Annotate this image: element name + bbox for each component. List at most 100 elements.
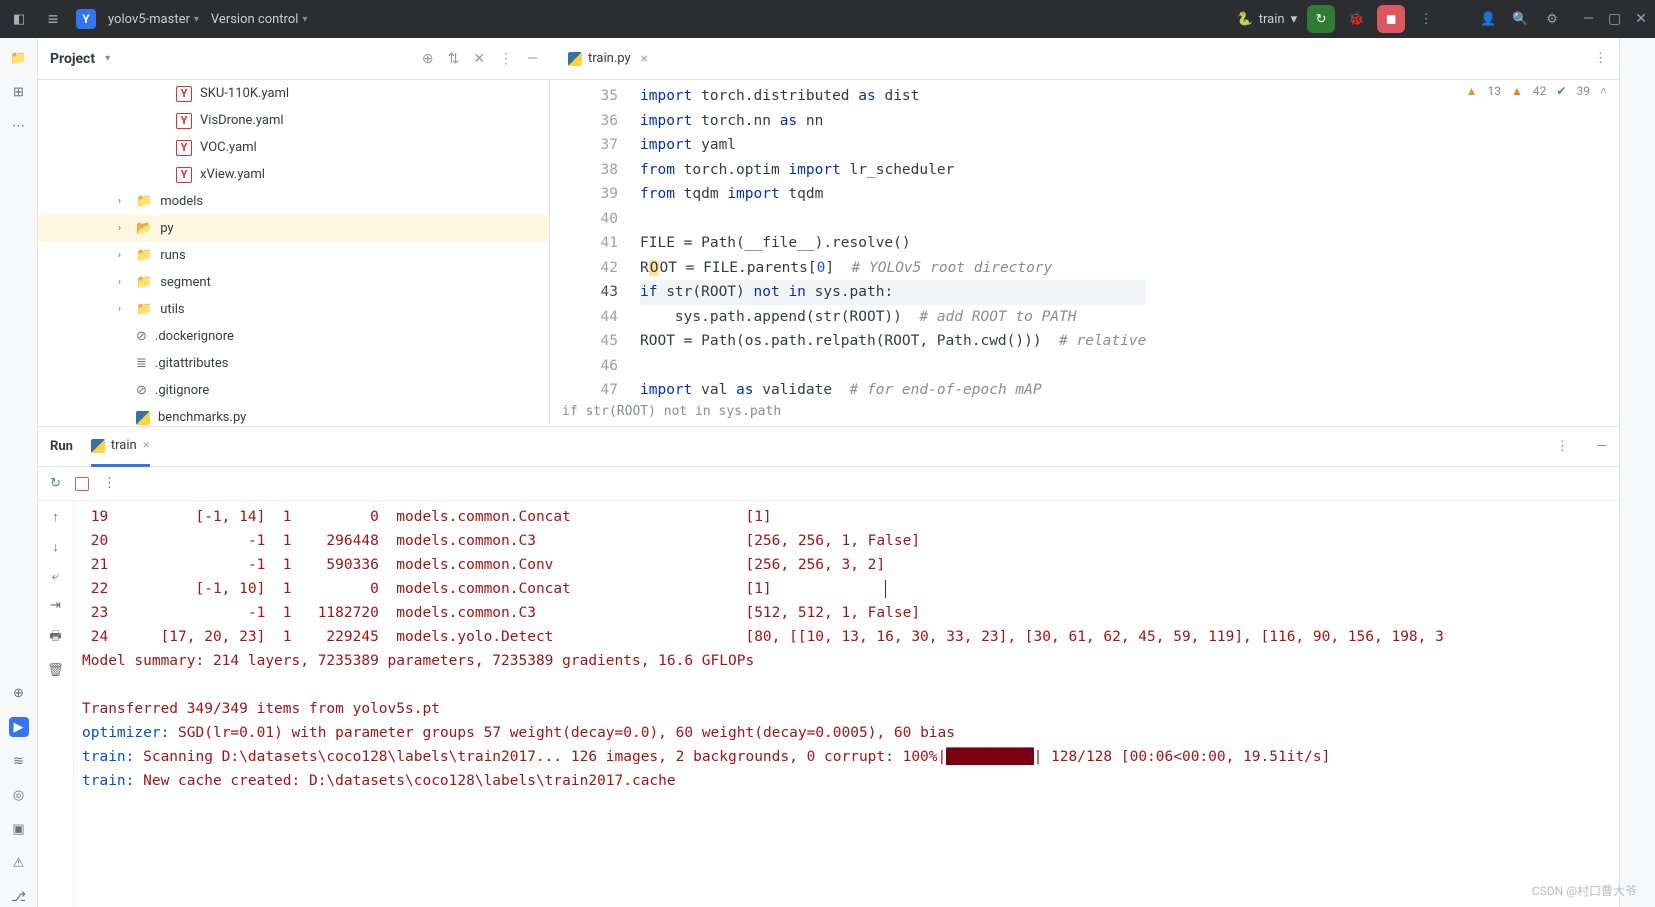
python-file-icon: [91, 439, 105, 453]
chevron-down-icon: ▾: [1291, 12, 1298, 27]
tree-item[interactable]: ⊘.dockerignore: [38, 323, 549, 350]
main-menu-icon[interactable]: ≡: [42, 8, 64, 30]
vcs-label: Version control: [211, 12, 299, 27]
more-tool-icon[interactable]: ⋯: [9, 116, 29, 136]
tree-item[interactable]: Y SKU-110K.yaml: [38, 80, 549, 107]
window-close-icon[interactable]: ✕: [1635, 11, 1647, 27]
tree-item-label: .gitattributes: [155, 356, 229, 371]
more-actions-icon[interactable]: ⋮: [1415, 8, 1437, 30]
editor-tabs: train.py × ⋮: [550, 38, 1619, 80]
stop-button[interactable]: ◼: [1377, 5, 1405, 33]
vcs-dropdown[interactable]: Version control ▾: [211, 12, 308, 27]
window-minimize-icon[interactable]: —: [1583, 11, 1594, 27]
code-content[interactable]: import torch.distributed as distimport t…: [640, 80, 1146, 426]
run-config-dropdown[interactable]: 🐍 train ▾: [1237, 12, 1298, 27]
scroll-to-end-icon[interactable]: ⇥: [50, 598, 61, 613]
ignore-file-icon: ⊘: [136, 329, 147, 344]
window-maximize-icon[interactable]: ▢: [1608, 11, 1621, 27]
clear-icon[interactable]: 🗑: [47, 663, 64, 678]
tree-item[interactable]: Y VisDrone.yaml: [38, 107, 549, 134]
tree-item-label: segment: [160, 275, 211, 290]
expand-arrow-icon[interactable]: ›: [118, 223, 128, 234]
soft-wrap-icon[interactable]: ⤶: [52, 569, 59, 584]
expand-arrow-icon[interactable]: ›: [118, 250, 128, 261]
editor-tab-train[interactable]: train.py ×: [562, 38, 654, 80]
up-icon[interactable]: ↑: [52, 509, 59, 525]
chevron-down-icon[interactable]: ▾: [105, 53, 110, 64]
watermark: CSDN @村口曹大爷: [1532, 882, 1637, 899]
folder-icon: 📁: [136, 248, 152, 263]
chevron-down-icon: ▾: [194, 14, 199, 25]
python-packages-icon[interactable]: ⊕: [9, 683, 29, 703]
settings-icon[interactable]: ⚙: [1541, 8, 1563, 30]
structure-tool-icon[interactable]: ⊞: [9, 82, 29, 102]
down-icon[interactable]: ↓: [52, 539, 59, 555]
tree-item-label: models: [160, 194, 203, 209]
hide-panel-icon[interactable]: ✕: [473, 51, 485, 67]
folder-icon: 📁: [136, 302, 152, 317]
tree-item-label: VisDrone.yaml: [200, 113, 284, 128]
yaml-file-icon: Y: [176, 167, 192, 183]
tree-item[interactable]: ›📁models: [38, 188, 549, 215]
select-opened-file-icon[interactable]: ⊕: [422, 51, 434, 67]
app-icon[interactable]: ◧: [8, 8, 30, 30]
run-tool-window: Run train × ⋮ — ↻ ⋮ ↑ ↓ ⤶ ⇥ 🖶 🗑 19 [-1, …: [38, 426, 1619, 907]
tree-item[interactable]: › 📁 runs: [38, 242, 549, 269]
tree-item[interactable]: YxView.yaml: [38, 161, 549, 188]
problems-icon[interactable]: ◎: [9, 785, 29, 805]
print-icon[interactable]: 🖶: [49, 627, 61, 649]
tree-item-label: runs: [160, 248, 185, 263]
project-dropdown[interactable]: yolov5-master ▾: [108, 12, 199, 27]
yaml-file-icon: Y: [176, 86, 192, 102]
vcs-tool-icon[interactable]: ⎇: [9, 887, 29, 907]
tree-item-label: benchmarks.py: [158, 410, 246, 425]
breadcrumb[interactable]: if str(ROOT) not in sys.path: [562, 400, 781, 425]
run-more-icon[interactable]: ⋮: [1556, 439, 1569, 454]
expand-arrow-icon[interactable]: ›: [118, 304, 128, 315]
editor-more-icon[interactable]: ⋮: [1594, 51, 1607, 66]
tree-item[interactable]: YVOC.yaml: [38, 134, 549, 161]
yaml-file-icon: Y: [176, 140, 192, 156]
yaml-file-icon: Y: [176, 113, 192, 129]
code-area[interactable]: 35363738394041424344454647 import torch.…: [550, 80, 1619, 426]
editor-tab-label: train.py: [588, 51, 631, 66]
tree-item[interactable]: ›📂py: [38, 215, 549, 242]
train-run-tab[interactable]: train ×: [91, 427, 150, 467]
chevron-down-icon: ▾: [302, 14, 307, 25]
editor: train.py × ⋮ ▲13 ▲42 ✔39 ˄ 3536373839404…: [550, 38, 1619, 426]
code-with-me-icon[interactable]: 👤: [1477, 8, 1499, 30]
run-tab-label: Run: [50, 439, 73, 454]
tree-item[interactable]: ›📁utils: [38, 296, 549, 323]
project-tool-icon[interactable]: 📁: [9, 48, 29, 68]
close-tab-icon[interactable]: ×: [641, 51, 648, 67]
project-tree[interactable]: Y SKU-110K.yaml Y VisDrone.yaml YVOC.yamlYxV…: [38, 80, 550, 425]
tree-item[interactable]: ≣.gitattributes: [38, 350, 549, 377]
run-tab[interactable]: Run: [50, 427, 73, 467]
stop-run-icon[interactable]: [75, 477, 89, 491]
search-icon[interactable]: 🔍: [1509, 8, 1531, 30]
project-panel-header: Project ▾ ⊕ ⇅ ✕ ⋮ —: [38, 38, 550, 80]
run-tool-icon[interactable]: ▶: [9, 717, 29, 737]
rerun-icon[interactable]: ↻: [50, 476, 61, 491]
tree-item[interactable]: ⊘.gitignore: [38, 377, 549, 404]
panel-more-icon[interactable]: ⋮: [499, 51, 513, 67]
expand-all-icon[interactable]: ⇅: [448, 51, 460, 67]
terminal-icon[interactable]: ▣: [9, 819, 29, 839]
rerun-button[interactable]: ↻: [1307, 5, 1335, 33]
tree-item[interactable]: benchmarks.py: [38, 404, 549, 425]
expand-arrow-icon[interactable]: ›: [118, 277, 128, 288]
tree-item[interactable]: ›📁segment: [38, 269, 549, 296]
run-minimize-icon[interactable]: —: [1597, 439, 1607, 454]
tree-item-label: SKU-110K.yaml: [200, 86, 289, 101]
close-tab-icon[interactable]: ×: [143, 438, 150, 453]
python-file-icon: [136, 411, 150, 425]
services-icon[interactable]: ≋: [9, 751, 29, 771]
tree-item-label: py: [160, 221, 173, 236]
warning-icon[interactable]: ⚠: [9, 853, 29, 873]
toolbar-more-icon[interactable]: ⋮: [103, 476, 116, 491]
debug-button[interactable]: 🐞: [1345, 8, 1367, 30]
console-action-stripe: ↑ ↓ ⤶ ⇥ 🖶 🗑: [38, 501, 74, 907]
panel-minimize-icon[interactable]: —: [527, 51, 538, 67]
console-output[interactable]: 19 [-1, 14] 1 0 models.common.Concat [1]…: [74, 501, 1619, 907]
expand-arrow-icon[interactable]: ›: [118, 196, 128, 207]
